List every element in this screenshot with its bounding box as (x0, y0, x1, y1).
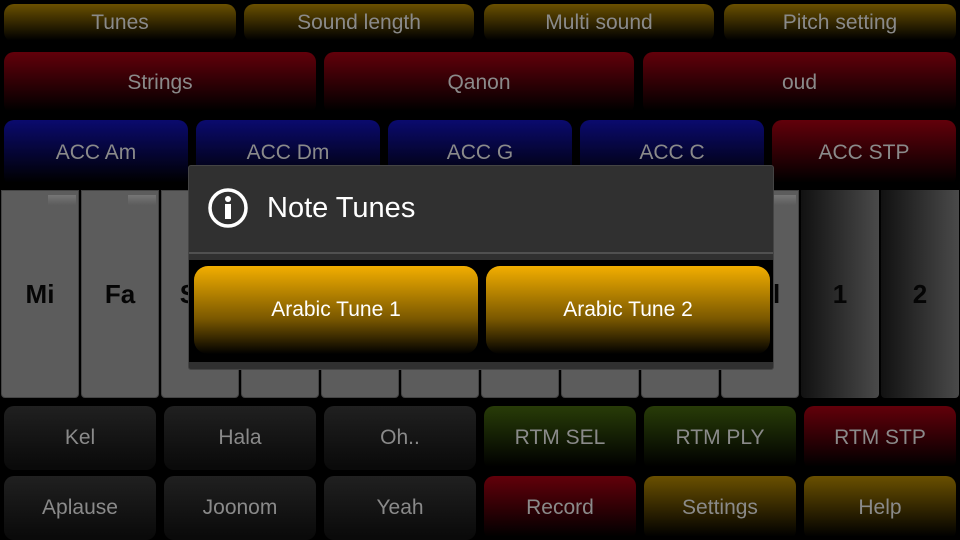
multi-sound-button[interactable]: Multi sound (484, 4, 714, 42)
key-label: Fa (104, 278, 136, 309)
record-button[interactable]: Record (484, 476, 636, 540)
help-button[interactable]: Help (804, 476, 956, 540)
info-icon (208, 188, 248, 228)
piano-key[interactable]: Fa (81, 190, 159, 398)
key-label: 2 (912, 278, 928, 309)
rhythm-stop-button[interactable]: RTM STP (804, 406, 956, 470)
arabic-tune-1-button[interactable]: Arabic Tune 1 (194, 266, 478, 354)
tunes-button[interactable]: Tunes (4, 4, 236, 42)
yeah-button[interactable]: Yeah (324, 476, 476, 540)
oh-button[interactable]: Oh.. (324, 406, 476, 470)
piano-key[interactable]: Mi (1, 190, 79, 398)
piano-key[interactable]: 1 (801, 190, 879, 398)
hala-button[interactable]: Hala (164, 406, 316, 470)
piano-key[interactable]: 2 (881, 190, 959, 398)
oud-button[interactable]: oud (643, 52, 956, 114)
dialog-header: Note Tunes (189, 166, 773, 250)
rhythm-play-button[interactable]: RTM PLY (644, 406, 796, 470)
kel-button[interactable]: Kel (4, 406, 156, 470)
acc-stop-button[interactable]: ACC STP (772, 120, 956, 186)
key-label: 1 (832, 278, 848, 309)
acc-am-button[interactable]: ACC Am (4, 120, 188, 186)
strings-button[interactable]: Strings (4, 52, 316, 114)
pitch-setting-button[interactable]: Pitch setting (724, 4, 956, 42)
joonom-button[interactable]: Joonom (164, 476, 316, 540)
note-tunes-dialog: Note Tunes Arabic Tune 1 Arabic Tune 2 (188, 165, 774, 370)
qanon-button[interactable]: Qanon (324, 52, 634, 114)
divider (189, 252, 773, 254)
dialog-title: Note Tunes (267, 191, 416, 224)
rhythm-select-button[interactable]: RTM SEL (484, 406, 636, 470)
sound-length-button[interactable]: Sound length (244, 4, 474, 42)
settings-button[interactable]: Settings (644, 476, 796, 540)
key-label: Mi (25, 278, 55, 309)
dialog-options: Arabic Tune 1 Arabic Tune 2 (189, 260, 773, 362)
arabic-tune-2-button[interactable]: Arabic Tune 2 (486, 266, 770, 354)
aplause-button[interactable]: Aplause (4, 476, 156, 540)
